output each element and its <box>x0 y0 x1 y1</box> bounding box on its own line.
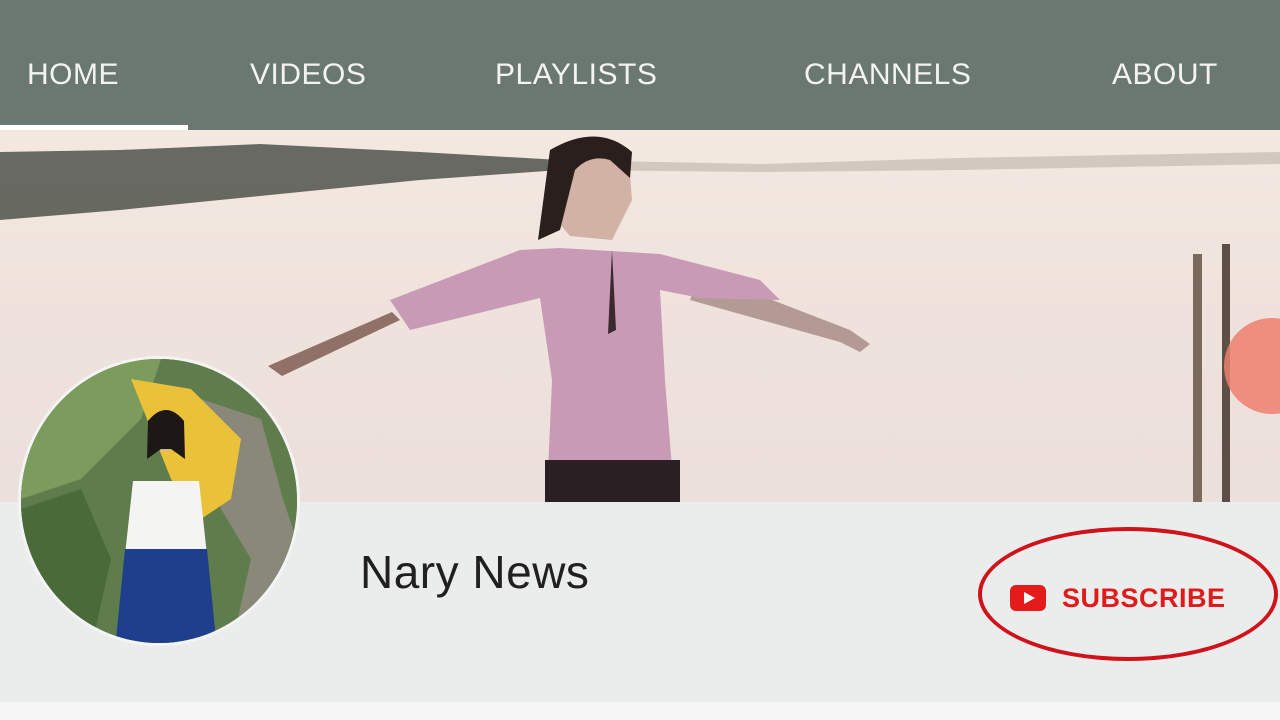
channel-avatar[interactable] <box>18 356 300 646</box>
avatar-image <box>21 359 297 643</box>
channel-name: Nary News <box>360 546 590 598</box>
channel-tab-bar: HOME VIDEOS PLAYLISTS CHANNELS ABOUT <box>0 0 1280 130</box>
tab-home[interactable]: HOME <box>27 58 119 98</box>
tab-channels[interactable]: CHANNELS <box>804 58 971 98</box>
divider <box>0 702 1280 720</box>
annotation-circle <box>978 527 1278 661</box>
tab-playlists[interactable]: PLAYLISTS <box>495 58 657 98</box>
tab-videos[interactable]: VIDEOS <box>250 58 366 98</box>
tab-about[interactable]: ABOUT <box>1112 58 1218 98</box>
